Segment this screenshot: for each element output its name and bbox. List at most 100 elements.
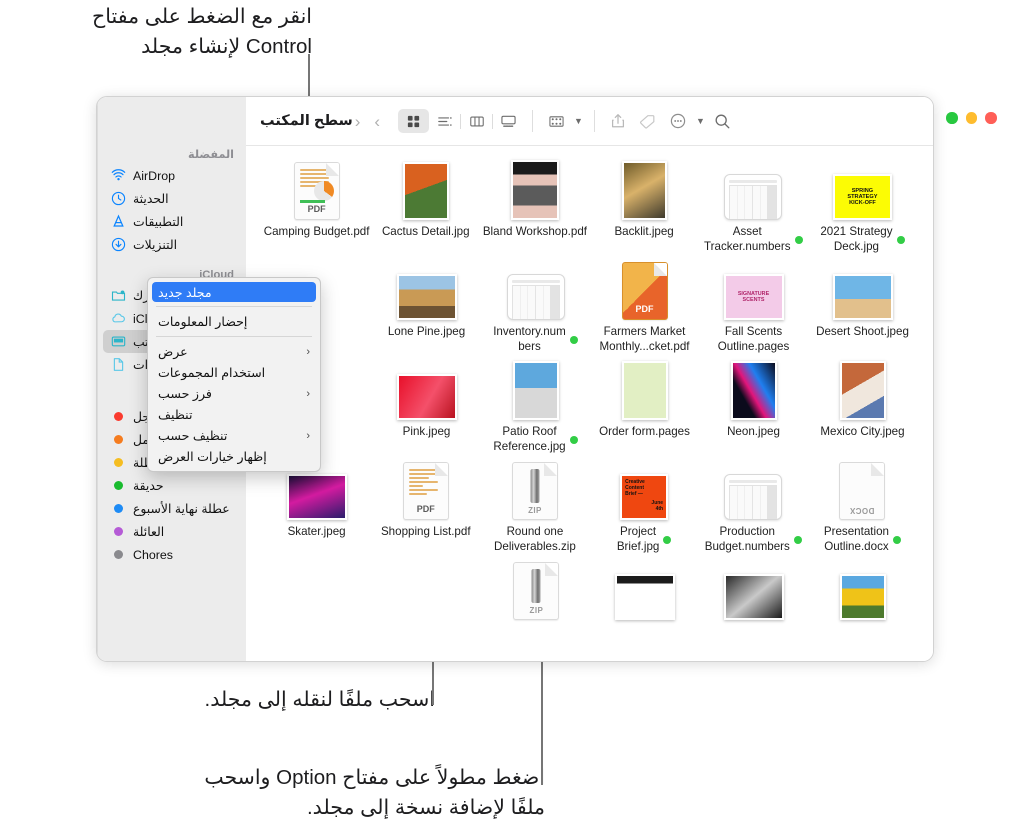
back-button[interactable]: ‹: [355, 113, 361, 130]
file-grid-row: Skater.jpeg PDF Shopping List.pdf ZIP: [262, 458, 917, 558]
sidebar-tag-garden[interactable]: حديقة: [103, 474, 241, 497]
downloads-icon: [111, 237, 126, 252]
file-item[interactable]: Patio Roof Reference.jpg: [482, 358, 589, 454]
workout-guide-thumbnail: [615, 558, 675, 620]
file-tag-dot: [795, 236, 803, 244]
menu-item-new-folder[interactable]: مجلد جديد: [152, 282, 316, 302]
file-item[interactable]: Production Budget.numbers: [700, 458, 807, 554]
minimize-button[interactable]: [966, 112, 978, 124]
menu-item-label: عرض: [158, 344, 188, 359]
pages-document-icon: [622, 358, 668, 420]
menu-item-get-info[interactable]: إحضار المعلومات: [148, 311, 320, 332]
cloud-icon: [111, 311, 126, 326]
file-item[interactable]: Neon.jpeg: [700, 358, 807, 454]
sidebar-item-recents[interactable]: الحديثة: [103, 187, 241, 210]
file-item[interactable]: Backlit.jpeg: [591, 158, 698, 254]
sidebar-item-label: الحديثة: [133, 191, 169, 206]
menu-item-clean-up[interactable]: تنظيف: [148, 404, 320, 425]
file-item[interactable]: [809, 558, 916, 620]
file-item[interactable]: SPRINGSTRATEGYKICK-OFF 2021 Strategy Dec…: [809, 158, 916, 254]
tag-dot-gray-icon: [111, 547, 126, 562]
file-item[interactable]: Inventory.num bers: [482, 258, 589, 354]
chevron-down-icon[interactable]: ▼: [696, 116, 705, 126]
file-item[interactable]: CreativeContentBrief — June4th Project B…: [591, 458, 698, 554]
file-name: Asset Tracker.numbers: [700, 225, 807, 254]
callout-option-drag-copy: اضغط مطولاً على مفتاح Option واسحب ملفًا…: [20, 763, 545, 823]
menu-item-label: إظهار خيارات العرض: [158, 449, 267, 464]
file-item[interactable]: Lone Pine.jpeg: [373, 258, 480, 354]
file-item[interactable]: ZIP Round one Deliverables.zip: [481, 458, 588, 554]
menu-item-label: فرز حسب: [158, 386, 212, 401]
more-actions-control[interactable]: ▼: [663, 108, 708, 134]
file-item[interactable]: Pink.jpeg: [373, 358, 480, 454]
view-icon-grid-button[interactable]: [398, 109, 429, 133]
group-items-icon[interactable]: [541, 108, 571, 134]
close-button[interactable]: [985, 112, 997, 124]
sidebar-tag-weekend[interactable]: عطلة نهاية الأسبوع: [103, 497, 241, 520]
file-grid-row: Lone Pine.jpeg Inventory.num bers PDF: [262, 258, 917, 358]
window-title: سطح المكتب: [260, 113, 353, 129]
file-item[interactable]: SIGNATURESCENTS Fall Scents Outline.page…: [700, 258, 807, 354]
sidebar-item-label: AirDrop: [133, 169, 175, 183]
file-item[interactable]: PDF Farmers Market Monthly...cket.pdf: [591, 258, 698, 354]
file-item[interactable]: Cactus Detail.jpg: [372, 158, 479, 254]
sidebar-item-applications[interactable]: التطبيقات: [103, 210, 241, 233]
menu-item-sort-by[interactable]: فرز حسب ‹: [148, 383, 320, 404]
menu-item-use-groups[interactable]: استخدام المجموعات: [148, 362, 320, 383]
file-item[interactable]: PDF Shopping List.pdf: [372, 458, 479, 554]
share-icon[interactable]: [603, 108, 633, 134]
menu-item-show-view-options[interactable]: إظهار خيارات العرض: [148, 446, 320, 467]
file-name: Farmers Market Monthly...cket.pdf: [591, 325, 698, 354]
sidebar-item-downloads[interactable]: التنزيلات: [103, 233, 241, 256]
pages-document-icon: SIGNATURESCENTS: [724, 258, 784, 320]
image-thumbnail-portrait: [622, 158, 667, 220]
sidebar-item-label: التنزيلات: [133, 237, 177, 252]
view-gallery-button[interactable]: [493, 109, 524, 133]
menu-separator: [156, 306, 312, 307]
sidebar-tag-chores[interactable]: Chores: [103, 543, 241, 566]
search-icon[interactable]: [708, 108, 738, 134]
view-list-button[interactable]: [429, 109, 460, 133]
sidebar-section-header-favorites: المفضلة: [98, 141, 246, 164]
file-tag-dot: [570, 436, 578, 444]
file-name: Shopping List.pdf: [372, 525, 479, 540]
file-item[interactable]: Mexico City.jpeg: [809, 358, 916, 454]
menu-item-view[interactable]: عرض ‹: [148, 341, 320, 362]
file-item[interactable]: ZIP: [483, 558, 590, 620]
file-item[interactable]: Asset Tracker.numbers: [700, 158, 807, 254]
image-thumbnail-patio: [513, 358, 559, 420]
file-item[interactable]: DOCX Presentation Outline.docx: [809, 458, 916, 554]
group-items-control[interactable]: ▼: [541, 108, 586, 134]
file-name: Pink.jpeg: [373, 425, 480, 440]
file-name: Presentation Outline.docx: [809, 525, 916, 554]
zoom-button[interactable]: [946, 112, 958, 124]
file-name: Project Brief.jpg: [591, 525, 698, 554]
sidebar-tag-family[interactable]: العائلة: [103, 520, 241, 543]
sidebar-item-airdrop[interactable]: AirDrop: [103, 164, 241, 187]
menu-item-label: إحضار المعلومات: [158, 314, 247, 329]
view-column-button[interactable]: [461, 109, 492, 133]
more-actions-icon[interactable]: [663, 108, 693, 134]
forward-button[interactable]: ›: [374, 113, 380, 130]
chevron-down-icon[interactable]: ▼: [574, 116, 583, 126]
file-name-text: 2021 Strategy Deck.jpg: [820, 225, 892, 254]
file-item[interactable]: Desert Shoot.jpeg: [809, 258, 916, 354]
image-thumbnail-desert: [833, 258, 893, 320]
desktop-icon: [111, 334, 126, 349]
tag-icon[interactable]: [633, 108, 663, 134]
file-item[interactable]: Skater.jpeg: [263, 458, 370, 554]
view-mode-segmented-control: [398, 109, 524, 133]
file-item[interactable]: PDF Camping Budget.pdf: [263, 158, 370, 254]
file-name: Patio Roof Reference.jpg: [482, 425, 589, 454]
file-item[interactable]: Bland Workshop.pdf: [481, 158, 588, 254]
callout-drag-to-move: اسحب ملفًا لنقله إلى مجلد.: [20, 685, 435, 715]
toolbar-divider: [492, 114, 493, 129]
file-grid: PDF Camping Budget.pdf Cactus Detail.jpg: [246, 146, 933, 661]
menu-separator: [156, 336, 312, 337]
file-item[interactable]: [592, 558, 699, 620]
file-name: Inventory.num bers: [482, 325, 589, 354]
file-grid-row: Pink.jpeg Patio Roof Reference.jpg Order…: [262, 358, 917, 458]
file-item[interactable]: Order form.pages: [591, 358, 698, 454]
menu-item-clean-up-by[interactable]: تنظيف حسب ‹: [148, 425, 320, 446]
file-item[interactable]: [701, 558, 808, 620]
